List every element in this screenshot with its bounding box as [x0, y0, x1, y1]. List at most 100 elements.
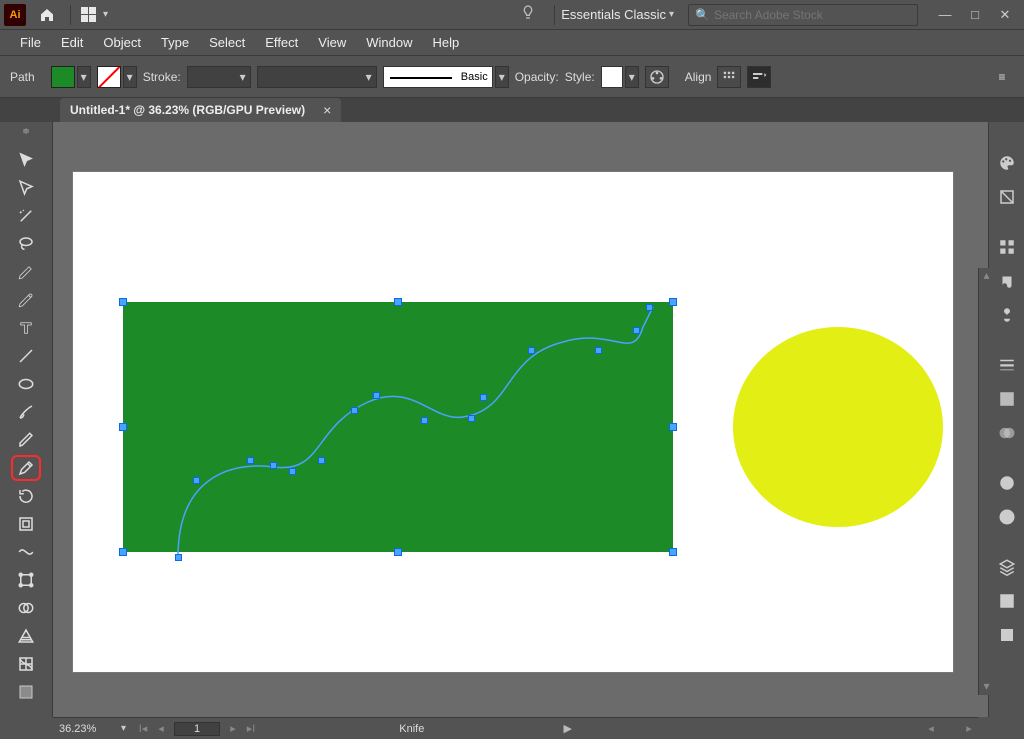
transparency-panel-icon[interactable] — [994, 420, 1020, 446]
brush-dropdown[interactable]: ▾ — [495, 66, 509, 88]
swatches-panel-icon[interactable] — [994, 234, 1020, 260]
fill-dropdown[interactable]: ▾ — [77, 66, 91, 88]
anchor-point[interactable] — [270, 462, 277, 469]
anchor-point[interactable] — [247, 457, 254, 464]
color-panel-icon[interactable] — [994, 150, 1020, 176]
zoom-level-field[interactable]: 36.23% — [53, 723, 118, 735]
anchor-point[interactable] — [318, 457, 325, 464]
stroke-control[interactable]: ▾ — [97, 66, 137, 88]
appearance-panel-icon[interactable] — [994, 470, 1020, 496]
menu-file[interactable]: File — [10, 30, 51, 56]
next-artboard-button[interactable]: ▸ — [224, 722, 242, 735]
artboard-number-field[interactable]: 1 — [174, 722, 220, 736]
style-swatch[interactable] — [601, 66, 623, 88]
lasso-tool[interactable] — [11, 231, 41, 257]
vertical-scrollbar[interactable]: ▴ ▾ — [978, 268, 994, 695]
anchor-point[interactable] — [421, 417, 428, 424]
type-tool[interactable] — [11, 315, 41, 341]
align-panel-button[interactable] — [717, 66, 741, 88]
line-segment-tool[interactable] — [11, 343, 41, 369]
selection-handle-bl[interactable] — [119, 548, 127, 556]
stroke-panel-icon[interactable] — [994, 352, 1020, 378]
anchor-point[interactable] — [175, 554, 182, 561]
selection-handle-tr[interactable] — [669, 298, 677, 306]
selection-handle-tl[interactable] — [119, 298, 127, 306]
mesh-tool[interactable] — [11, 651, 41, 677]
fill-control[interactable]: ▾ — [51, 66, 91, 88]
curvature-tool[interactable] — [11, 287, 41, 313]
recolor-artwork-button[interactable] — [645, 66, 669, 88]
eyedropper-tool[interactable] — [11, 455, 41, 481]
gradient-panel-icon[interactable] — [994, 386, 1020, 412]
transform-panel-button[interactable] — [747, 66, 771, 88]
stroke-weight-field[interactable]: ▾ — [187, 66, 251, 88]
status-flyout-button[interactable]: ▶ — [564, 722, 572, 735]
menu-view[interactable]: View — [308, 30, 356, 56]
brushes-panel-icon[interactable] — [994, 268, 1020, 294]
anchor-point[interactable] — [351, 407, 358, 414]
selection-handle-bm[interactable] — [394, 548, 402, 556]
paintbrush-tool[interactable] — [11, 399, 41, 425]
selection-handle-mr[interactable] — [669, 423, 677, 431]
anchor-point[interactable] — [528, 347, 535, 354]
yellow-circle-shape[interactable] — [733, 327, 943, 527]
prev-artboard-button[interactable]: ◂ — [152, 722, 170, 735]
anchor-point[interactable] — [373, 392, 380, 399]
perspective-grid-tool[interactable] — [11, 623, 41, 649]
home-button[interactable] — [34, 2, 60, 28]
style-dropdown[interactable]: ▾ — [625, 66, 639, 88]
rotate-tool[interactable] — [11, 483, 41, 509]
maximize-button[interactable]: □ — [960, 3, 990, 27]
close-window-button[interactable]: ✕ — [990, 3, 1020, 27]
variable-width-profile[interactable]: ▾ — [257, 66, 377, 88]
document-tab[interactable]: Untitled-1* @ 36.23% (RGB/GPU Preview) × — [60, 98, 341, 122]
menu-window[interactable]: Window — [356, 30, 422, 56]
brush-preview[interactable]: Basic — [383, 66, 493, 88]
hscroll-left[interactable]: ◂ — [922, 722, 940, 735]
brush-definition[interactable]: Basic ▾ — [383, 66, 509, 88]
artboards-panel-icon[interactable] — [994, 622, 1020, 648]
anchor-point[interactable] — [193, 477, 200, 484]
selection-handle-tm[interactable] — [394, 298, 402, 306]
discover-button[interactable] — [520, 4, 536, 25]
green-rectangle-shape[interactable] — [123, 302, 673, 552]
workspace-switcher[interactable]: Essentials Classic ▾ — [561, 7, 674, 22]
fill-swatch[interactable] — [51, 66, 75, 88]
width-tool[interactable] — [11, 539, 41, 565]
zoom-dropdown[interactable]: ▾ — [121, 723, 126, 734]
anchor-point[interactable] — [289, 468, 296, 475]
last-artboard-button[interactable]: ▸I — [242, 722, 260, 735]
hscroll-right[interactable]: ▸ — [960, 722, 978, 735]
color-guide-panel-icon[interactable] — [994, 184, 1020, 210]
first-artboard-button[interactable]: I◂ — [134, 722, 152, 735]
anchor-point[interactable] — [646, 304, 653, 311]
menu-help[interactable]: Help — [422, 30, 469, 56]
symbols-panel-icon[interactable] — [994, 302, 1020, 328]
stroke-color-dropdown[interactable]: ▾ — [123, 66, 137, 88]
asset-export-panel-icon[interactable] — [994, 588, 1020, 614]
magic-wand-tool[interactable] — [11, 203, 41, 229]
panel-grip[interactable]: ≑ — [0, 124, 52, 138]
menu-select[interactable]: Select — [199, 30, 255, 56]
scale-tool[interactable] — [11, 511, 41, 537]
menu-type[interactable]: Type — [151, 30, 199, 56]
shape-builder-tool[interactable] — [11, 595, 41, 621]
selection-handle-ml[interactable] — [119, 423, 127, 431]
anchor-point[interactable] — [468, 415, 475, 422]
ellipse-tool[interactable] — [11, 371, 41, 397]
menu-edit[interactable]: Edit — [51, 30, 93, 56]
selection-handle-br[interactable] — [669, 548, 677, 556]
opacity-label[interactable]: Opacity: — [515, 70, 559, 84]
free-transform-tool[interactable] — [11, 567, 41, 593]
anchor-point[interactable] — [480, 394, 487, 401]
artboard[interactable] — [73, 172, 953, 672]
menu-object[interactable]: Object — [93, 30, 151, 56]
close-tab-button[interactable]: × — [323, 102, 331, 118]
pencil-tool[interactable] — [11, 427, 41, 453]
document-window[interactable] — [53, 122, 988, 717]
graphic-styles-panel-icon[interactable] — [994, 504, 1020, 530]
align-label[interactable]: Align — [685, 70, 712, 84]
pen-tool[interactable] — [11, 259, 41, 285]
menu-effect[interactable]: Effect — [255, 30, 308, 56]
layers-panel-icon[interactable] — [994, 554, 1020, 580]
